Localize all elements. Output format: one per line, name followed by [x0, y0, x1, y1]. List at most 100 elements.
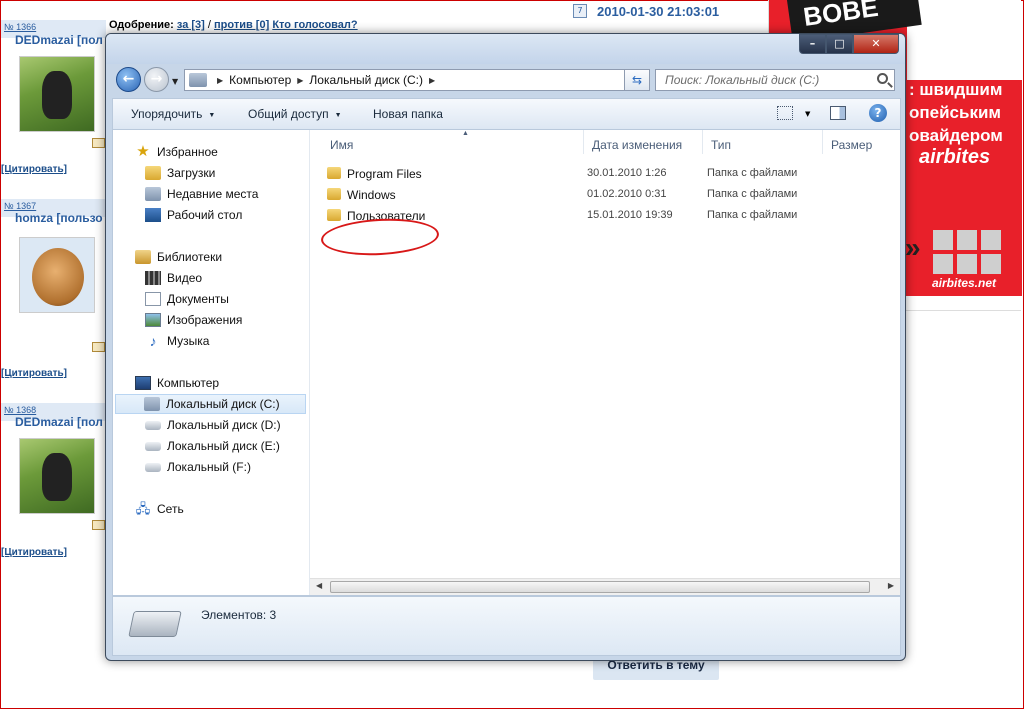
- search-input[interactable]: Поиск: Локальный диск (C:): [655, 69, 895, 91]
- nav-favorites[interactable]: ★ Избранное: [135, 142, 218, 162]
- column-date[interactable]: Дата изменения: [584, 130, 703, 154]
- column-size[interactable]: Размер: [823, 130, 900, 154]
- nav-label: Музыка: [167, 334, 210, 348]
- search-placeholder: Поиск: Локальный диск (C:): [665, 73, 820, 87]
- nav-drive-c[interactable]: Локальный диск (C:): [115, 394, 306, 414]
- back-button[interactable]: ←: [116, 67, 141, 92]
- explorer-window: – □ ✕ ← → ▼ ▶ Компьютер ▶ Локальный диск…: [105, 33, 906, 661]
- ad-line: овайдером: [909, 126, 1003, 145]
- organize-menu[interactable]: Упорядочить ▼: [131, 107, 215, 121]
- nav-label: Избранное: [157, 145, 218, 159]
- nav-computer[interactable]: Компьютер: [135, 373, 219, 393]
- file-date: 01.02.2010 0:31: [587, 188, 667, 200]
- minimize-button[interactable]: –: [799, 34, 826, 54]
- folder-icon: [327, 167, 341, 179]
- hard-drive-icon: [145, 420, 161, 430]
- refresh-button[interactable]: ⇆: [624, 69, 650, 91]
- ad-square-icon: [933, 254, 953, 274]
- title-bar[interactable]: – □ ✕: [106, 34, 905, 64]
- file-row[interactable]: Windows 01.02.2010 0:31 Папка с файлами: [322, 185, 802, 205]
- nav-drive-f[interactable]: Локальный (F:): [145, 457, 251, 477]
- nav-label: Локальный диск (E:): [167, 439, 280, 453]
- post-number[interactable]: № 1368: [4, 405, 36, 415]
- views-icon[interactable]: [777, 106, 793, 120]
- close-button[interactable]: ✕: [853, 34, 899, 54]
- quote-link[interactable]: [Цитировать]: [1, 164, 67, 175]
- scroll-left-icon[interactable]: ◀: [316, 581, 322, 590]
- nav-music[interactable]: ♪ Музыка: [145, 331, 210, 351]
- horizontal-scrollbar[interactable]: ◀ ▶: [310, 578, 900, 595]
- post-author[interactable]: DEDmazai [пол: [15, 33, 103, 47]
- column-name-label: Имя: [330, 138, 354, 152]
- navigation-bar: ← → ▼ ▶ Компьютер ▶ Локальный диск (C:) …: [106, 64, 905, 96]
- calendar-icon: 7: [573, 4, 587, 18]
- views-dropdown-icon[interactable]: ▼: [805, 110, 810, 118]
- envelope-icon[interactable]: [92, 520, 105, 530]
- column-type-label: Тип: [711, 138, 732, 152]
- post-author[interactable]: DEDmazai [пол: [15, 415, 103, 429]
- help-icon[interactable]: ?: [869, 104, 887, 122]
- preview-pane-icon[interactable]: [830, 106, 846, 120]
- avatar: [19, 438, 95, 514]
- nav-drive-e[interactable]: Локальный диск (E:): [145, 436, 280, 456]
- column-type[interactable]: Тип: [703, 130, 823, 154]
- breadcrumb-computer[interactable]: Компьютер: [229, 73, 291, 87]
- forward-button[interactable]: →: [144, 67, 169, 92]
- nav-libraries[interactable]: Библиотеки: [135, 247, 222, 267]
- breadcrumb-drive-c[interactable]: Локальный диск (C:): [309, 73, 423, 87]
- nav-network[interactable]: 🖧 Сеть: [135, 499, 184, 519]
- file-date: 15.01.2010 19:39: [587, 209, 673, 221]
- vote-against-link[interactable]: против [0]: [214, 19, 269, 31]
- search-icon[interactable]: [877, 73, 888, 84]
- navigation-pane: ★ Избранное Загрузки Недавние места Рабоч…: [113, 130, 310, 595]
- nav-recent[interactable]: Недавние места: [145, 184, 258, 204]
- content-area: ★ Избранное Загрузки Недавние места Рабоч…: [112, 129, 901, 596]
- file-type: Папка с файлами: [707, 167, 798, 179]
- ad-brand: airbites: [919, 146, 991, 168]
- post-number[interactable]: № 1366: [4, 22, 36, 32]
- desktop-icon: [145, 208, 161, 222]
- downloads-folder-icon: [145, 166, 161, 180]
- scrollbar-thumb[interactable]: [330, 581, 870, 593]
- new-folder-button[interactable]: Новая папка: [373, 107, 443, 121]
- nav-label: Локальный диск (C:): [166, 397, 280, 411]
- maximize-button[interactable]: □: [826, 34, 853, 54]
- nav-images[interactable]: Изображения: [145, 310, 242, 330]
- file-list: Имя ▲ Дата изменения Тип Размер Program F…: [310, 130, 900, 595]
- share-menu[interactable]: Общий доступ ▼: [248, 107, 342, 121]
- vote-for-link[interactable]: за [3]: [177, 19, 205, 31]
- column-name[interactable]: Имя ▲: [322, 130, 584, 154]
- file-type: Папка с файлами: [707, 209, 798, 221]
- quote-link[interactable]: [Цитировать]: [1, 368, 67, 379]
- who-voted-link[interactable]: Кто голосовал?: [272, 19, 357, 31]
- network-icon: 🖧: [135, 501, 151, 516]
- chevron-down-icon: ▼: [334, 112, 342, 119]
- new-folder-label: Новая папка: [373, 107, 443, 121]
- recent-places-icon: [145, 187, 161, 201]
- nav-label: Сеть: [157, 502, 184, 516]
- nav-drive-d[interactable]: Локальный диск (D:): [145, 415, 281, 435]
- chevron-right-icon[interactable]: ▶: [429, 76, 435, 85]
- post-number[interactable]: № 1367: [4, 201, 36, 211]
- envelope-icon[interactable]: [92, 138, 105, 148]
- scroll-right-icon[interactable]: ▶: [888, 581, 894, 590]
- nav-desktop[interactable]: Рабочий стол: [145, 205, 242, 225]
- history-dropdown-icon[interactable]: ▼: [172, 77, 178, 86]
- chevron-right-icon[interactable]: ▶: [217, 76, 223, 85]
- nav-downloads[interactable]: Загрузки: [145, 163, 215, 183]
- file-row[interactable]: Program Files 30.01.2010 1:26 Папка с фа…: [322, 164, 802, 184]
- nav-label: Видео: [167, 271, 203, 285]
- images-icon: [145, 313, 161, 327]
- nav-video[interactable]: Видео: [145, 268, 202, 288]
- nav-label: Документы: [167, 292, 229, 306]
- address-bar[interactable]: ▶ Компьютер ▶ Локальный диск (C:) ▶ ▼: [184, 69, 650, 91]
- ad-url: airbites.net: [932, 276, 997, 290]
- approval-bar: Одобрение: за [3] / против [0] Кто голос…: [109, 19, 358, 31]
- post-author[interactable]: homza [пользо: [15, 211, 103, 225]
- chevron-right-icon[interactable]: ▶: [297, 76, 303, 85]
- nav-documents[interactable]: Документы: [145, 289, 229, 309]
- quote-link[interactable]: [Цитировать]: [1, 547, 67, 558]
- envelope-icon[interactable]: [92, 342, 105, 352]
- drive-icon: [189, 73, 207, 87]
- file-date: 30.01.2010 1:26: [587, 167, 667, 179]
